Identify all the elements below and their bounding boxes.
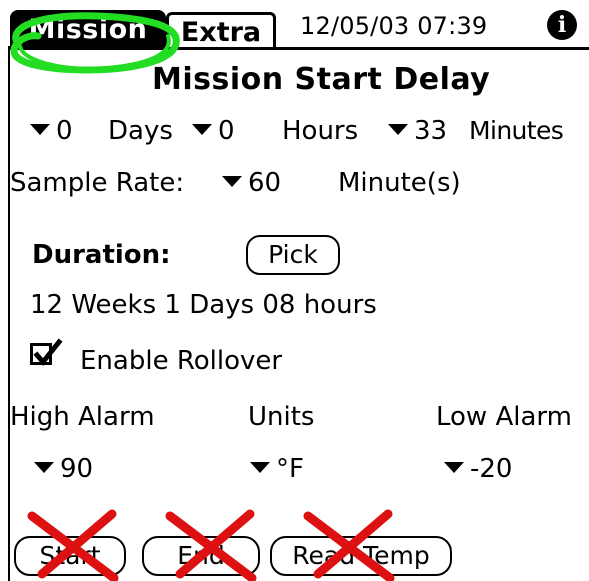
days-label: Days xyxy=(108,116,173,146)
dropdown-arrow-icon xyxy=(34,461,54,473)
days-dropdown[interactable]: 0 xyxy=(30,116,73,146)
minutes-value: 33 xyxy=(414,116,448,146)
read-temp-button[interactable]: Read Temp xyxy=(270,536,452,576)
dropdown-arrow-icon xyxy=(222,175,242,187)
tab-bar-divider xyxy=(10,47,589,50)
high-alarm-dropdown[interactable]: 90 xyxy=(34,454,93,484)
tab-extra[interactable]: Extra xyxy=(166,12,276,48)
duration-value: 12 Weeks 1 Days 08 hours xyxy=(30,290,377,320)
hours-label: Hours xyxy=(282,116,359,146)
sample-rate-label: Sample Rate: xyxy=(10,168,185,198)
duration-label: Duration: xyxy=(32,240,171,270)
sample-rate-dropdown[interactable]: 60 xyxy=(222,168,281,198)
pick-button[interactable]: Pick xyxy=(246,235,340,275)
units-value: °F xyxy=(276,454,304,484)
start-button[interactable]: Start xyxy=(14,536,126,576)
enable-rollover-label: Enable Rollover xyxy=(80,346,283,376)
mission-screen: Mission Extra 12/05/03 07:39 i Mission S… xyxy=(0,0,589,581)
checkmark-icon xyxy=(33,338,63,366)
dropdown-arrow-icon xyxy=(250,461,270,473)
low-alarm-dropdown[interactable]: -20 xyxy=(444,454,512,484)
dropdown-arrow-icon xyxy=(30,123,50,135)
low-alarm-value: -20 xyxy=(470,454,513,484)
header-datetime: 12/05/03 07:39 xyxy=(300,12,488,40)
days-value: 0 xyxy=(56,116,73,146)
units-dropdown[interactable]: °F xyxy=(250,454,304,484)
dropdown-arrow-icon xyxy=(444,461,464,473)
hours-dropdown[interactable]: 0 xyxy=(192,116,235,146)
mission-start-delay-title: Mission Start Delay xyxy=(152,62,491,97)
info-icon[interactable]: i xyxy=(547,10,577,40)
sample-rate-value: 60 xyxy=(248,168,282,198)
high-alarm-label: High Alarm xyxy=(10,402,155,432)
end-button[interactable]: End xyxy=(142,536,260,576)
units-label: Units xyxy=(248,402,315,432)
enable-rollover-checkbox[interactable] xyxy=(30,338,63,366)
sample-rate-unit: Minute(s) xyxy=(338,168,461,198)
low-alarm-label: Low Alarm xyxy=(436,402,572,432)
dropdown-arrow-icon xyxy=(192,123,212,135)
hours-value: 0 xyxy=(218,116,235,146)
high-alarm-value: 90 xyxy=(60,454,94,484)
left-border xyxy=(8,46,10,581)
tab-mission[interactable]: Mission xyxy=(10,10,166,50)
minutes-dropdown[interactable]: 33 xyxy=(388,116,447,146)
dropdown-arrow-icon xyxy=(388,123,408,135)
minutes-label: Minutes xyxy=(469,116,564,145)
